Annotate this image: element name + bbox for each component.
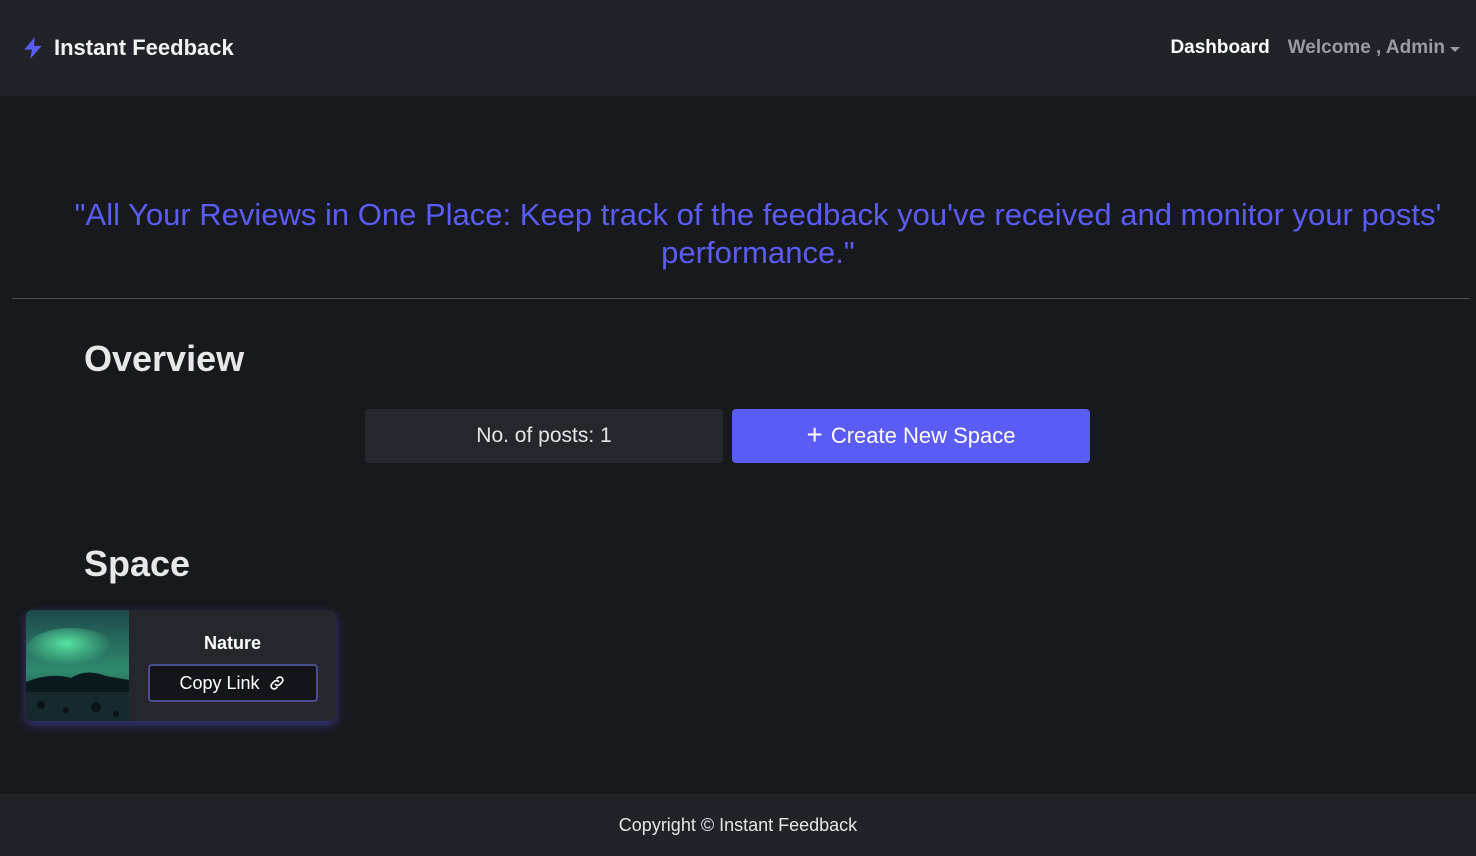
user-menu-toggle[interactable]: Welcome , Admin xyxy=(1288,37,1460,59)
tagline: "All Your Reviews in One Place: Keep tra… xyxy=(74,197,1442,270)
navbar: Instant Feedback Dashboard Welcome , Adm… xyxy=(0,0,1476,96)
space-card-body: Nature Copy Link xyxy=(129,610,336,721)
user-menu-label: Welcome , Admin xyxy=(1287,37,1445,58)
brand[interactable]: Instant Feedback xyxy=(20,35,234,61)
create-new-space-button[interactable]: + Create New Space xyxy=(732,409,1090,463)
space-heading: Space xyxy=(84,543,191,584)
space-card-title: Nature xyxy=(203,633,261,653)
overview-heading: Overview xyxy=(84,338,245,379)
divider xyxy=(12,298,1470,299)
plus-icon: + xyxy=(806,418,823,450)
space-thumbnail xyxy=(26,610,129,721)
footer: Copyright © Instant Feedback xyxy=(0,794,1476,856)
chevron-down-icon xyxy=(1450,46,1460,52)
copy-link-label: Copy Link xyxy=(179,672,260,693)
copyright-text: Copyright © Instant Feedback xyxy=(618,814,858,835)
nav-dashboard-link[interactable]: Dashboard xyxy=(1170,37,1269,59)
link-icon xyxy=(269,676,284,690)
copy-link-button[interactable]: Copy Link xyxy=(147,664,318,702)
brand-name: Instant Feedback xyxy=(54,35,234,60)
space-card[interactable]: Nature Copy Link xyxy=(26,610,336,721)
create-new-space-label: Create New Space xyxy=(830,423,1016,448)
nav-right: Dashboard Welcome , Admin xyxy=(1170,37,1460,59)
posts-count-stat: No. of posts: 1 xyxy=(365,409,723,463)
bolt-icon xyxy=(24,37,42,59)
